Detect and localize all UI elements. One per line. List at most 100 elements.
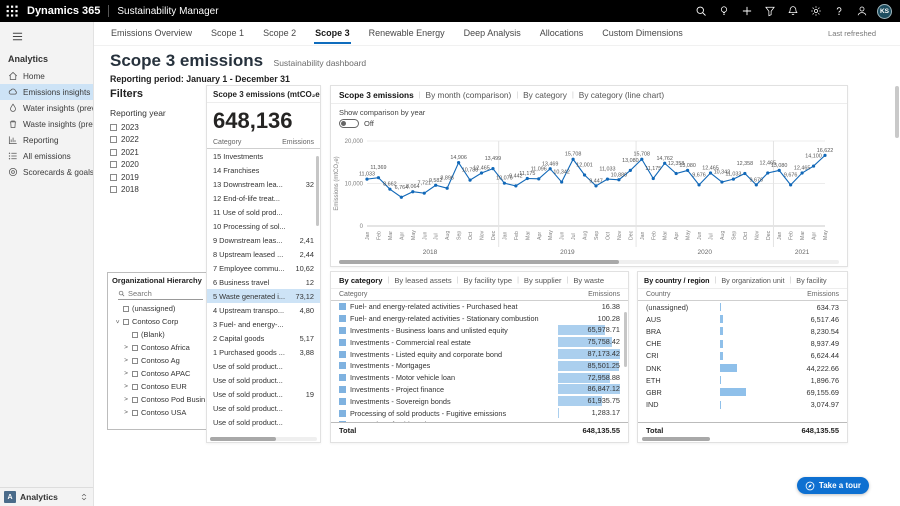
person-icon[interactable]: [850, 0, 873, 22]
page-vertical-scrollbar[interactable]: [895, 86, 899, 138]
summary-row[interactable]: 6 Business travel12: [207, 275, 320, 289]
card-tab-by-facility[interactable]: By facility: [796, 276, 826, 285]
chart-hscroll-thumb[interactable]: [339, 260, 619, 264]
summary-row[interactable]: Use of sold product...: [207, 373, 320, 387]
chart-hscroll-track[interactable]: [339, 260, 839, 264]
card-tab-by-month-comparison[interactable]: By month (comparison): [426, 90, 512, 100]
tree-node-contoso-corp[interactable]: >Contoso Corp: [112, 315, 205, 328]
category-row[interactable]: Investments - Motor vehicle loan72,958.8…: [331, 372, 628, 384]
hamburger-menu-icon[interactable]: [5, 26, 29, 46]
area-switcher[interactable]: A Analytics: [0, 487, 93, 506]
country-row[interactable]: (unassigned)634.73: [638, 301, 847, 313]
lightbulb-icon[interactable]: [712, 0, 735, 22]
year-filter-2019[interactable]: 2019: [110, 171, 202, 184]
card-tab-by-facility-type[interactable]: By facility type: [464, 276, 513, 285]
summary-hscroll-track[interactable]: [210, 437, 317, 441]
notifications-bell-icon[interactable]: [781, 0, 804, 22]
summary-row[interactable]: 5 Waste generated i...73,12: [207, 289, 320, 303]
caret-icon[interactable]: >: [123, 344, 129, 351]
checkbox[interactable]: [123, 319, 129, 325]
user-avatar[interactable]: KS: [877, 4, 892, 19]
country-row[interactable]: CHE8,937.49: [638, 338, 847, 350]
checkbox[interactable]: [110, 161, 117, 168]
search-icon[interactable]: [689, 0, 712, 22]
caret-icon[interactable]: >: [123, 383, 129, 390]
year-filter-2021[interactable]: 2021: [110, 146, 202, 159]
card-tab-by-category-line-chart[interactable]: By category (line chart): [579, 90, 664, 100]
checkbox[interactable]: [132, 345, 138, 351]
summary-row[interactable]: 11 Use of sold prod...: [207, 205, 320, 219]
checkbox[interactable]: [110, 149, 117, 156]
sidebar-item-home[interactable]: Home: [0, 68, 93, 84]
add-icon[interactable]: [735, 0, 758, 22]
category-row[interactable]: Fuel- and energy-related activities - St…: [331, 313, 628, 325]
org-search-box[interactable]: [118, 288, 203, 300]
summary-hscroll-thumb[interactable]: [210, 437, 276, 441]
summary-row[interactable]: 7 Employee commu...10,62: [207, 261, 320, 275]
checkbox[interactable]: [132, 384, 138, 390]
emissions-line-chart[interactable]: 010,00020,000Emissions (mtCO₂e)201820192…: [331, 128, 847, 256]
tab-renewable-energy[interactable]: Renewable Energy: [368, 23, 446, 44]
checkbox[interactable]: [132, 358, 138, 364]
checkbox[interactable]: [132, 410, 138, 416]
summary-row[interactable]: Use of sold product...19: [207, 387, 320, 401]
comparison-toggle[interactable]: [339, 119, 359, 128]
sidebar-item-all-emissions[interactable]: All emissions: [0, 148, 93, 164]
caret-icon[interactable]: >: [123, 370, 129, 377]
tab-scope-1[interactable]: Scope 1: [210, 23, 245, 44]
checkbox[interactable]: [110, 124, 117, 131]
card-tab-by-waste[interactable]: By waste: [573, 276, 604, 285]
year-filter-2020[interactable]: 2020: [110, 159, 202, 172]
summary-row[interactable]: Use of sold product...: [207, 415, 320, 429]
country-row[interactable]: DNK44,222.66: [638, 362, 847, 374]
tab-scope-2[interactable]: Scope 2: [262, 23, 297, 44]
summary-row[interactable]: 4 Upstream transpo...4,80: [207, 303, 320, 317]
sidebar-item-water-insights-previ[interactable]: Water insights (previ...: [0, 100, 93, 116]
checkbox[interactable]: [132, 397, 138, 403]
category-row[interactable]: Investments - Commercial real estate75,7…: [331, 336, 628, 348]
tab-scope-3[interactable]: Scope 3: [314, 23, 351, 44]
checkbox[interactable]: [132, 371, 138, 377]
gear-icon[interactable]: [804, 0, 827, 22]
summary-row[interactable]: 10 Processing of sol...: [207, 219, 320, 233]
take-a-tour-button[interactable]: Take a tour: [797, 477, 869, 494]
org-search-input[interactable]: [128, 289, 198, 298]
checkbox[interactable]: [123, 306, 129, 312]
tab-allocations[interactable]: Allocations: [539, 23, 585, 44]
summary-row[interactable]: Use of sold product...: [207, 401, 320, 415]
country-row[interactable]: CRI6,624.44: [638, 350, 847, 362]
tree-node-unassigned[interactable]: (unassigned): [112, 302, 205, 315]
waffle-menu-icon[interactable]: [0, 0, 23, 22]
country-row[interactable]: IND3,074.97: [638, 399, 847, 411]
checkbox[interactable]: [110, 136, 117, 143]
sidebar-item-emissions-insights[interactable]: Emissions insights: [0, 84, 93, 100]
category-row[interactable]: Investments - Listed equity and corporat…: [331, 348, 628, 360]
tree-node-contoso-ag[interactable]: >Contoso Ag: [112, 354, 205, 367]
category-row[interactable]: Investments - Project finance86,847.12: [331, 384, 628, 396]
help-icon[interactable]: [827, 0, 850, 22]
category-row[interactable]: Processing of sold products -: [331, 419, 628, 422]
summary-row[interactable]: 9 Downstream leas...2,41: [207, 233, 320, 247]
caret-icon[interactable]: >: [114, 319, 121, 325]
checkbox[interactable]: [132, 332, 138, 338]
summary-row[interactable]: 3 Fuel- and energy-...: [207, 317, 320, 331]
country-hscroll-thumb[interactable]: [642, 437, 710, 441]
country-row[interactable]: AUS6,517.46: [638, 313, 847, 325]
year-filter-2023[interactable]: 2023: [110, 121, 202, 134]
caret-icon[interactable]: >: [123, 396, 129, 403]
country-row[interactable]: BRA8,230.54: [638, 325, 847, 337]
tree-node-contoso-usa[interactable]: >Contoso USA: [112, 406, 205, 419]
filter-icon[interactable]: [758, 0, 781, 22]
summary-row[interactable]: 14 Franchises: [207, 163, 320, 177]
summary-row[interactable]: 2 Capital goods5,17: [207, 331, 320, 345]
country-row[interactable]: ETH1,896.76: [638, 374, 847, 386]
sidebar-item-scorecards-goals[interactable]: Scorecards & goals: [0, 164, 93, 180]
category-row[interactable]: Fuel- and energy-related activities - Pu…: [331, 301, 628, 313]
caret-icon[interactable]: >: [123, 357, 129, 364]
category-row[interactable]: Investments - Mortgages85,501.25: [331, 360, 628, 372]
year-filter-2018[interactable]: 2018: [110, 184, 202, 197]
card-tab-by-category[interactable]: By category: [523, 90, 567, 100]
checkbox[interactable]: [110, 186, 117, 193]
category-row[interactable]: Processing of sold products - Fugitive e…: [331, 407, 628, 419]
tab-deep-analysis[interactable]: Deep Analysis: [463, 23, 522, 44]
